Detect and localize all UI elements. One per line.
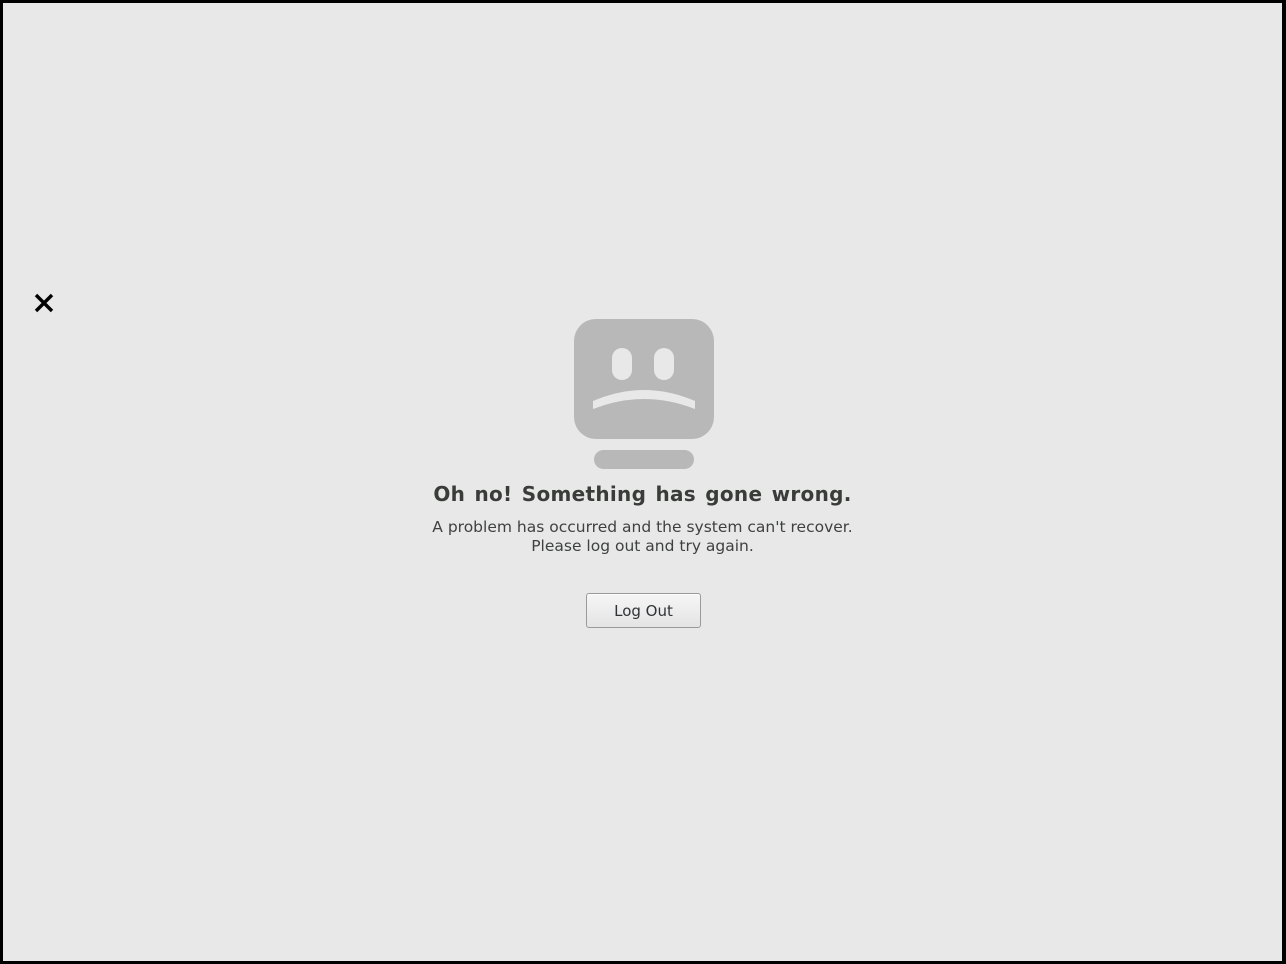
logout-button-label: Log Out — [614, 601, 673, 620]
error-message-line: A problem has occurred and the system ca… — [432, 518, 853, 536]
close-icon[interactable] — [32, 291, 56, 315]
logout-button[interactable]: Log Out — [586, 593, 701, 628]
error-message-line: Please log out and try again. — [531, 537, 754, 555]
error-title: Oh no! Something has gone wrong. — [433, 482, 852, 506]
sad-computer-icon — [574, 319, 714, 469]
error-screen: Oh no! Something has gone wrong. A probl… — [3, 3, 1282, 961]
error-message: A problem has occurred and the system ca… — [3, 518, 1282, 556]
